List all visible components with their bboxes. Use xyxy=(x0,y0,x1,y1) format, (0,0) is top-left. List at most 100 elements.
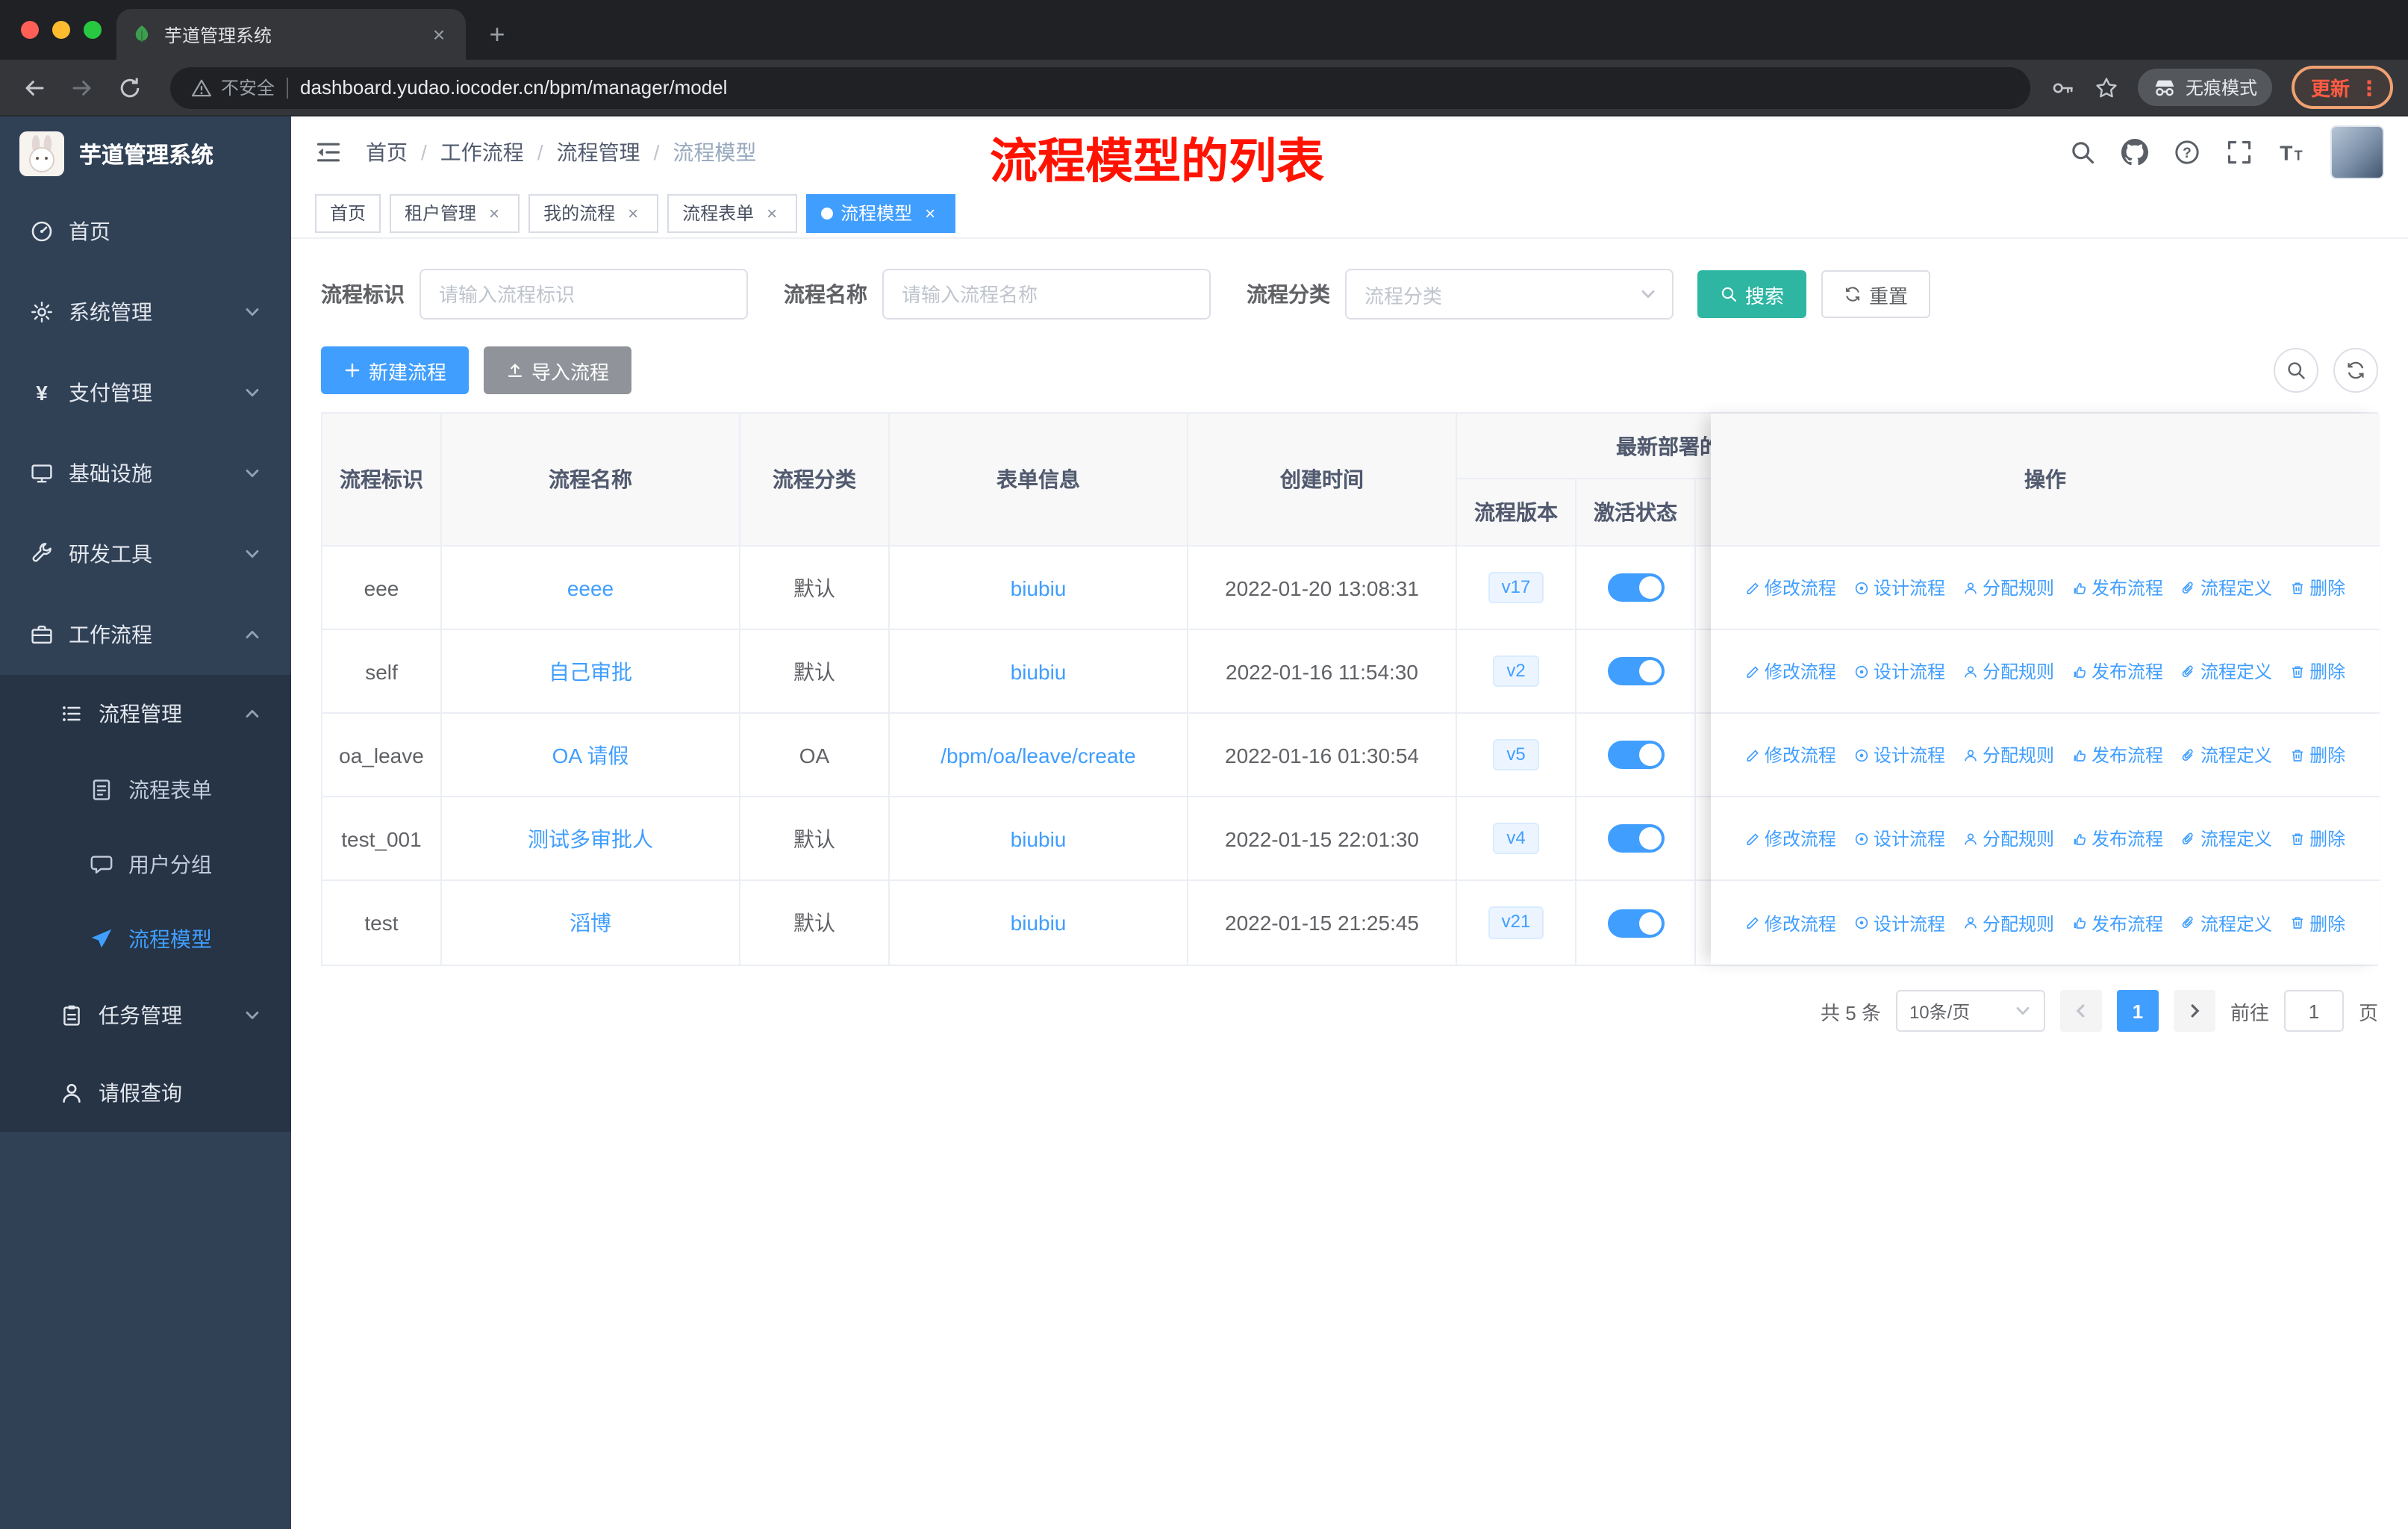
site-security[interactable]: 不安全 xyxy=(191,75,275,100)
action-assign-rule[interactable]: 分配规则 xyxy=(1963,742,2054,767)
sidebar-item-task-mgmt[interactable]: 任务管理 xyxy=(0,977,291,1054)
sidebar-item-devtools[interactable]: 研发工具 xyxy=(0,514,291,594)
process-name-link[interactable]: 测试多审批人 xyxy=(528,823,653,853)
github-icon[interactable] xyxy=(2121,139,2148,166)
process-name-link[interactable]: eeee xyxy=(567,576,614,600)
action-edit-process[interactable]: 修改流程 xyxy=(1745,658,1836,684)
tag-close-icon[interactable]: × xyxy=(484,202,505,223)
action-edit-process[interactable]: 修改流程 xyxy=(1745,742,1836,767)
active-toggle[interactable] xyxy=(1607,824,1664,853)
back-button[interactable] xyxy=(15,68,54,107)
active-toggle[interactable] xyxy=(1607,573,1664,602)
goto-page-input[interactable] xyxy=(2283,990,2344,1032)
bookmark-star-icon[interactable] xyxy=(2094,75,2118,99)
sidebar-item-infra[interactable]: 基础设施 xyxy=(0,433,291,514)
sidebar-item-process-form[interactable]: 流程表单 xyxy=(0,753,291,827)
action-delete[interactable]: 删除 xyxy=(2290,658,2345,684)
browser-tab[interactable]: 芋道管理系统 × xyxy=(116,9,466,60)
form-info-link[interactable]: biubiu xyxy=(1011,826,1067,850)
action-publish-process[interactable]: 发布流程 xyxy=(2072,658,2163,684)
process-name-link[interactable]: 自己审批 xyxy=(549,656,632,686)
action-delete[interactable]: 删除 xyxy=(2290,575,2345,600)
action-assign-rule[interactable]: 分配规则 xyxy=(1963,826,2054,851)
fullscreen-icon[interactable] xyxy=(2226,139,2253,166)
form-info-link[interactable]: biubiu xyxy=(1011,659,1067,683)
address-bar[interactable]: 不安全 dashboard.yudao.iocoder.cn/bpm/manag… xyxy=(170,66,2030,108)
forward-button[interactable] xyxy=(63,68,102,107)
action-assign-rule[interactable]: 分配规则 xyxy=(1963,658,2054,684)
action-publish-process[interactable]: 发布流程 xyxy=(2072,742,2163,767)
action-process-definition[interactable]: 流程定义 xyxy=(2181,575,2272,600)
minimize-window-button[interactable] xyxy=(52,21,70,39)
process-name-input[interactable] xyxy=(882,269,1211,320)
tag-process-model[interactable]: 流程模型 × xyxy=(806,193,956,232)
active-toggle[interactable] xyxy=(1607,657,1664,685)
action-assign-rule[interactable]: 分配规则 xyxy=(1963,575,2054,600)
password-key-icon[interactable] xyxy=(2051,75,2075,99)
action-delete[interactable]: 删除 xyxy=(2290,826,2345,851)
sidebar-logo[interactable]: 芋道管理系统 xyxy=(0,116,291,191)
active-toggle[interactable] xyxy=(1607,741,1664,769)
process-id-input[interactable] xyxy=(419,269,748,320)
tag-process-form[interactable]: 流程表单 × xyxy=(667,193,798,232)
action-process-definition[interactable]: 流程定义 xyxy=(2181,910,2272,935)
create-process-button[interactable]: 新建流程 xyxy=(321,346,470,394)
sidebar-item-home[interactable]: 首页 xyxy=(0,191,291,272)
category-select[interactable]: 流程分类 xyxy=(1345,269,1674,320)
action-edit-process[interactable]: 修改流程 xyxy=(1745,575,1836,600)
next-page-button[interactable] xyxy=(2173,990,2215,1032)
user-avatar[interactable] xyxy=(2330,125,2384,179)
action-assign-rule[interactable]: 分配规则 xyxy=(1963,910,2054,935)
help-icon[interactable] xyxy=(2174,139,2200,166)
action-delete[interactable]: 删除 xyxy=(2290,910,2345,935)
action-delete[interactable]: 删除 xyxy=(2290,742,2345,767)
tag-close-icon[interactable]: × xyxy=(623,202,643,223)
action-process-definition[interactable]: 流程定义 xyxy=(2181,658,2272,684)
close-window-button[interactable] xyxy=(21,21,39,39)
toggle-search-button[interactable] xyxy=(2274,348,2318,393)
import-process-button[interactable]: 导入流程 xyxy=(484,346,632,394)
action-design-process[interactable]: 设计流程 xyxy=(1854,575,1945,600)
tag-close-icon[interactable]: × xyxy=(920,202,941,223)
sidebar-item-system[interactable]: 系统管理 xyxy=(0,272,291,352)
action-design-process[interactable]: 设计流程 xyxy=(1854,742,1945,767)
tag-home[interactable]: 首页 xyxy=(315,193,381,232)
action-design-process[interactable]: 设计流程 xyxy=(1854,658,1945,684)
breadcrumb-home[interactable]: 首页 xyxy=(366,137,408,167)
action-publish-process[interactable]: 发布流程 xyxy=(2072,575,2163,600)
refresh-table-button[interactable] xyxy=(2333,348,2378,393)
reset-button[interactable]: 重置 xyxy=(1821,270,1931,318)
action-design-process[interactable]: 设计流程 xyxy=(1854,826,1945,851)
zoom-window-button[interactable] xyxy=(84,21,102,39)
chrome-update-button[interactable]: 更新 ⋮ xyxy=(2291,66,2393,109)
tag-tenant[interactable]: 租户管理 × xyxy=(390,193,520,232)
breadcrumb-workflow[interactable]: 工作流程 xyxy=(440,137,524,167)
action-design-process[interactable]: 设计流程 xyxy=(1854,910,1945,935)
active-toggle[interactable] xyxy=(1607,909,1664,937)
sidebar-item-process-model[interactable]: 流程模型 xyxy=(0,902,291,977)
tab-close-icon[interactable]: × xyxy=(427,22,451,46)
action-publish-process[interactable]: 发布流程 xyxy=(2072,910,2163,935)
prev-page-button[interactable] xyxy=(2059,990,2102,1032)
form-info-link[interactable]: biubiu xyxy=(1011,576,1067,600)
tag-my-process[interactable]: 我的流程 × xyxy=(528,193,659,232)
tag-close-icon[interactable]: × xyxy=(761,202,782,223)
action-publish-process[interactable]: 发布流程 xyxy=(2072,826,2163,851)
sidebar-fold-icon[interactable] xyxy=(315,139,342,166)
font-size-icon[interactable] xyxy=(2278,139,2305,166)
sidebar-item-workflow[interactable]: 工作流程 xyxy=(0,594,291,675)
breadcrumb-process-mgmt[interactable]: 流程管理 xyxy=(557,137,640,167)
form-info-link[interactable]: biubiu xyxy=(1011,911,1067,935)
page-number-1[interactable]: 1 xyxy=(2116,990,2159,1032)
action-edit-process[interactable]: 修改流程 xyxy=(1745,826,1836,851)
search-icon[interactable] xyxy=(2069,139,2096,166)
process-name-link[interactable]: OA 请假 xyxy=(552,740,629,770)
action-process-definition[interactable]: 流程定义 xyxy=(2181,826,2272,851)
sidebar-item-user-group[interactable]: 用户分组 xyxy=(0,827,291,902)
page-size-select[interactable]: 10条/页 xyxy=(1895,990,2045,1032)
browser-menu-icon[interactable]: ⋮ xyxy=(2359,77,2380,98)
process-name-link[interactable]: 滔博 xyxy=(570,908,611,938)
form-info-link[interactable]: /bpm/oa/leave/create xyxy=(941,743,1136,767)
sidebar-item-process-mgmt[interactable]: 流程管理 xyxy=(0,675,291,753)
action-process-definition[interactable]: 流程定义 xyxy=(2181,742,2272,767)
